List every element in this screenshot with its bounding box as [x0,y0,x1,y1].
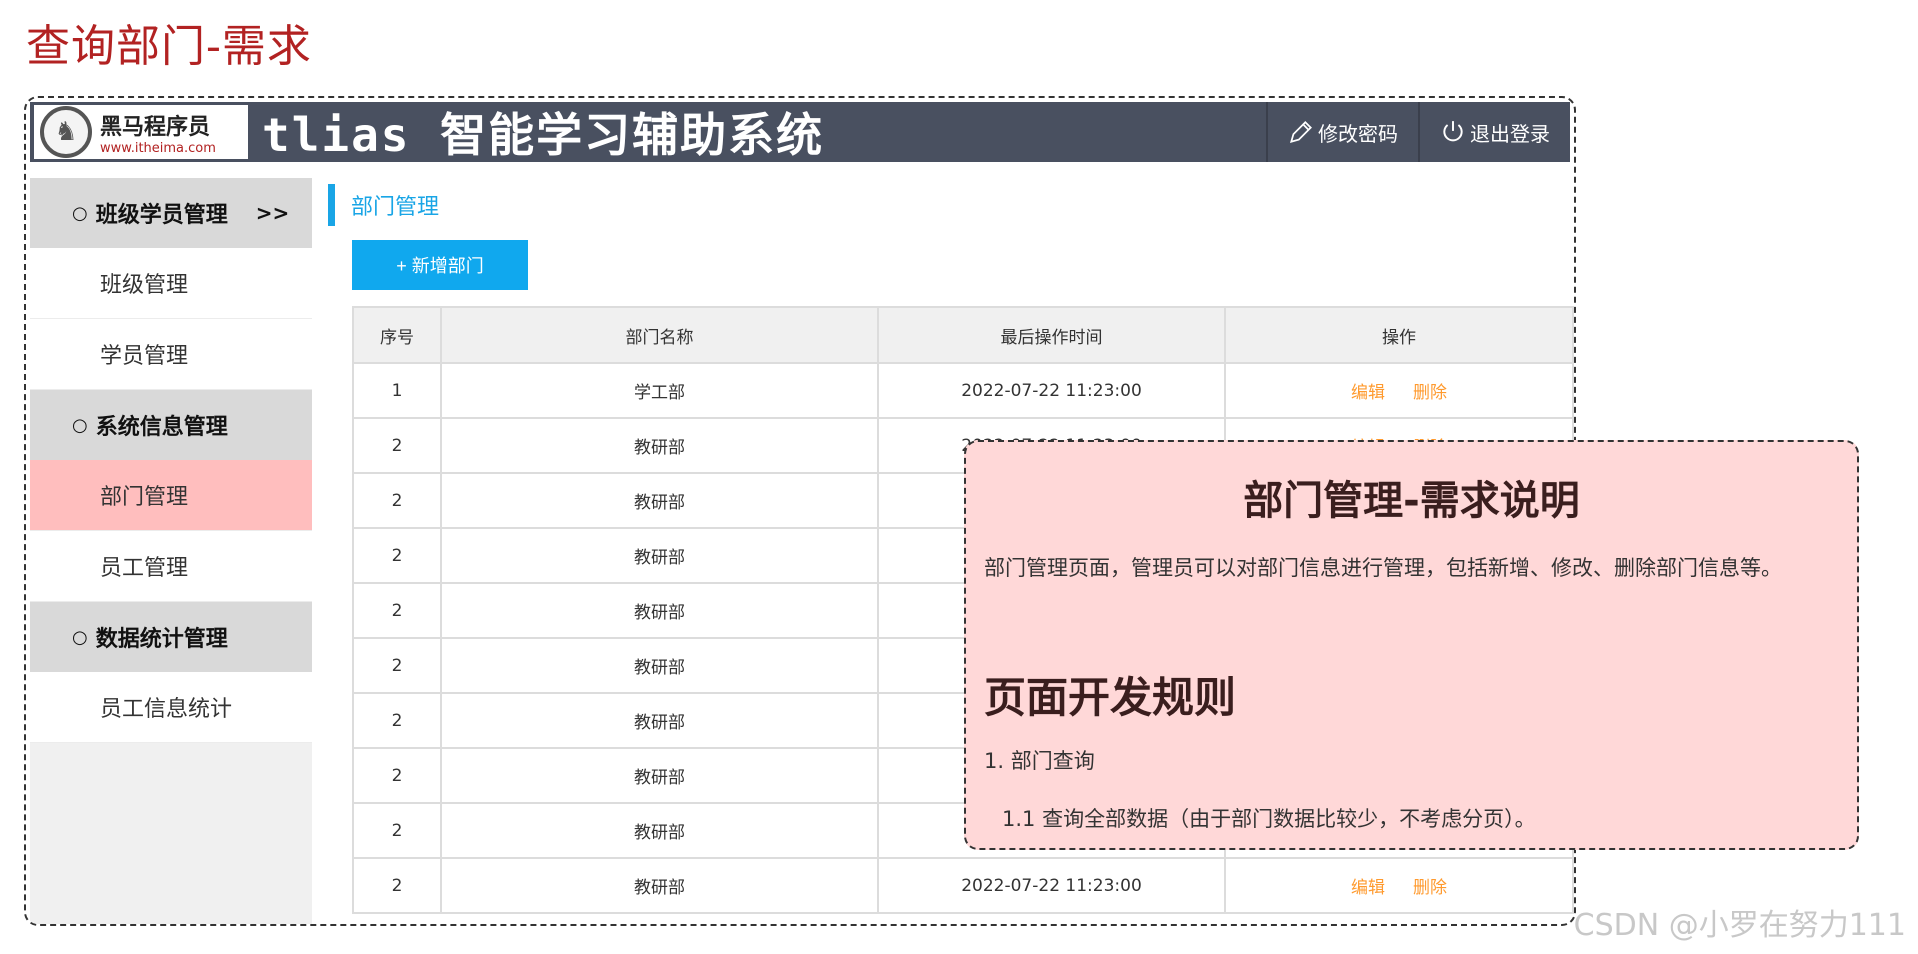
circle-bullet-icon: ○ [72,626,88,648]
add-department-button[interactable]: + 新增部门 [352,240,528,290]
cell-name: 教研部 [440,527,879,584]
cell-name: 教研部 [440,637,879,694]
cell-name: 教研部 [440,582,879,639]
cell-no: 2 [352,582,442,639]
sidebar-group-class[interactable]: ○ 班级学员管理 >> [30,178,312,248]
app-header: ♞ 黑马程序员 www.itheima.com tlias 智能学习辅助系统 修… [30,102,1570,162]
note-description: 部门管理页面，管理员可以对部门信息进行管理，包括新增、修改、删除部门信息等。 [984,556,1782,580]
sidebar-item-employee-statistics[interactable]: 员工信息统计 [30,672,312,743]
delete-link[interactable]: 删除 [1413,383,1447,403]
edit-link[interactable]: 编辑 [1351,383,1385,403]
delete-link[interactable]: 删除 [1413,878,1447,898]
cell-actions: 编辑 删除 [1224,362,1574,419]
cell-name: 教研部 [440,802,879,859]
note-rules-heading: 页面开发规则 [984,673,1237,722]
sidebar-group-statistics[interactable]: ○ 数据统计管理 [30,602,312,672]
sidebar-group-system[interactable]: ○ 系统信息管理 [30,390,312,460]
cell-name: 教研部 [440,472,879,529]
cell-no: 2 [352,472,442,529]
sidebar-item-class-management[interactable]: 班级管理 [30,248,312,319]
pencil-icon [1289,121,1312,144]
sidebar: ○ 班级学员管理 >> 班级管理 学员管理 ○ 系统信息管理 部门管理 员工管理… [30,178,312,924]
note-item-query-all: 1.1 查询全部数据（由于部门数据比较少，不考虑分页）。 [1002,807,1536,831]
change-password-label: 修改密码 [1318,121,1398,146]
column-header-name: 部门名称 [440,306,879,364]
cell-name: 教研部 [440,417,879,474]
cell-no: 2 [352,637,442,694]
cell-actions: 编辑 删除 [1224,857,1574,914]
sidebar-group-label: 数据统计管理 [95,627,228,652]
watermark: CSDN @小罗在努力111 [1573,908,1906,943]
logo-url: www.itheima.com [100,140,216,156]
column-header-actions: 操作 [1224,306,1574,364]
sidebar-group-label: 系统信息管理 [95,415,228,440]
cell-no: 2 [352,802,442,859]
sidebar-item-department-management[interactable]: 部门管理 [30,460,312,531]
cell-time: 2022-07-22 11:23:00 [877,857,1226,914]
cell-no: 1 [352,362,442,419]
expand-arrow-icon: >> [255,201,290,225]
note-title: 部门管理-需求说明 [1243,478,1580,524]
circle-bullet-icon: ○ [72,202,88,224]
edit-link[interactable]: 编辑 [1351,878,1385,898]
cell-name: 教研部 [440,692,879,749]
power-icon [1443,121,1463,142]
table-row: 1 学工部 2022-07-22 11:23:00 编辑 删除 [352,362,1574,419]
header-actions: 修改密码 退出登录 [1266,102,1570,162]
change-password-button[interactable]: 修改密码 [1266,102,1418,162]
sidebar-item-employee-management[interactable]: 员工管理 [30,531,312,602]
note-item-query: 1. 部门查询 [984,749,1095,773]
table-header-row: 序号 部门名称 最后操作时间 操作 [352,306,1574,364]
page-title: 部门管理 [328,184,439,226]
cell-name: 教研部 [440,747,879,804]
column-header-no: 序号 [352,306,442,364]
requirements-note: 部门管理-需求说明 部门管理页面，管理员可以对部门信息进行管理，包括新增、修改、… [964,440,1859,850]
horse-logo-icon: ♞ [40,106,92,158]
logo-name: 黑马程序员 [100,114,211,140]
slide-title: 查询部门-需求 [26,21,312,72]
column-header-time: 最后操作时间 [877,306,1226,364]
sidebar-group-label: 班级学员管理 [95,203,228,228]
circle-bullet-icon: ○ [72,414,88,436]
brand-logo: ♞ 黑马程序员 www.itheima.com [34,105,248,159]
cell-no: 2 [352,857,442,914]
cell-no: 2 [352,527,442,584]
sidebar-item-student-management[interactable]: 学员管理 [30,319,312,390]
table-row: 2教研部2022-07-22 11:23:00 编辑 删除 [352,857,1574,914]
cell-no: 2 [352,747,442,804]
cell-name: 教研部 [440,857,879,914]
logout-button[interactable]: 退出登录 [1418,102,1570,162]
cell-no: 2 [352,417,442,474]
app-name: tlias 智能学习辅助系统 [262,108,825,162]
cell-name: 学工部 [440,362,879,419]
cell-time: 2022-07-22 11:23:00 [877,362,1226,419]
logout-label: 退出登录 [1470,121,1550,146]
cell-no: 2 [352,692,442,749]
